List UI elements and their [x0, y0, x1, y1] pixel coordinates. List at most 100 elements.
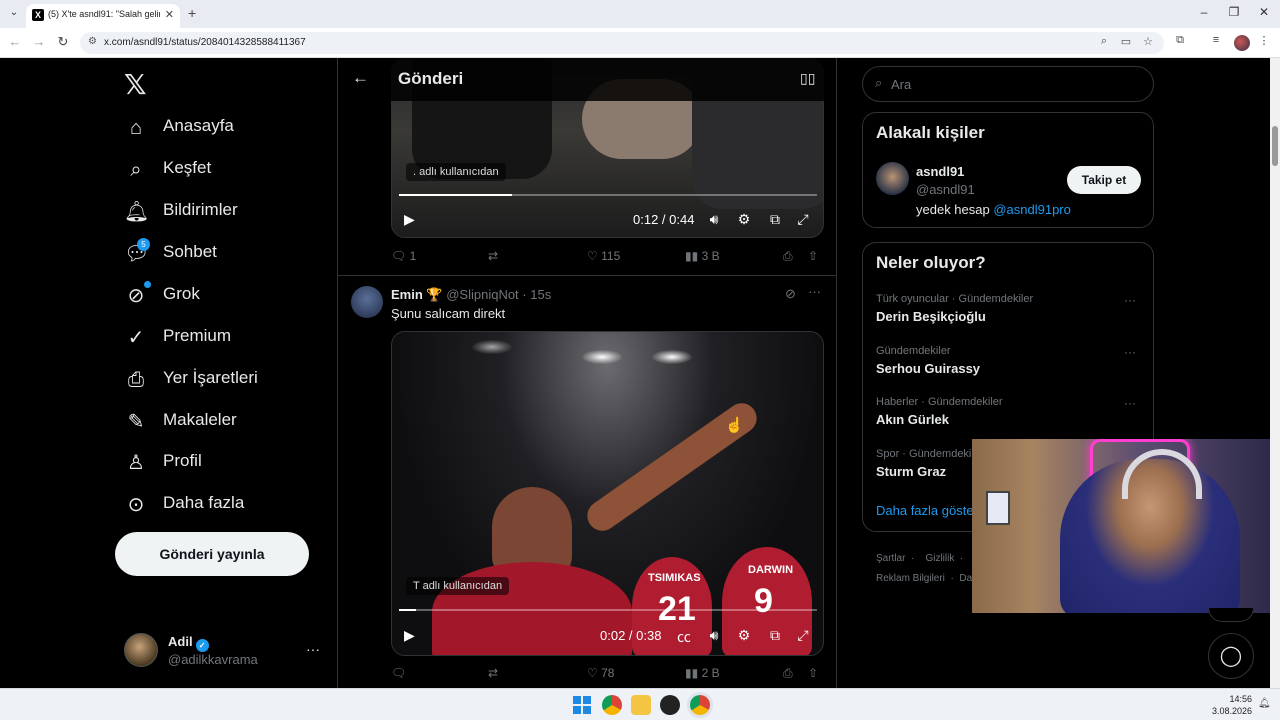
- heart-icon: ♡: [587, 249, 598, 263]
- bio-link[interactable]: @asndl91pro: [993, 202, 1071, 217]
- more-dots-icon[interactable]: ···: [1124, 396, 1136, 410]
- minimize-button[interactable]: –: [1194, 5, 1214, 19]
- windows-start-icon[interactable]: [573, 696, 591, 714]
- more-dots-icon[interactable]: ···: [1124, 345, 1136, 359]
- related-handle[interactable]: @asndl91: [916, 182, 975, 197]
- share-icon[interactable]: ⇧: [808, 666, 818, 680]
- forward-icon[interactable]: →: [30, 34, 48, 49]
- share-icon[interactable]: ⇧: [808, 249, 818, 263]
- post-button[interactable]: Gönderi yayınla: [115, 532, 309, 576]
- omnibox[interactable]: ⚙ x.com/asndl91/status/20840143285884113…: [80, 32, 1164, 54]
- bookmark-star-icon[interactable]: ☆: [1140, 35, 1156, 48]
- page-scrollbar[interactable]: [1270, 58, 1280, 688]
- more-dots-icon[interactable]: ···: [1124, 293, 1136, 307]
- play-icon[interactable]: ▶: [404, 211, 415, 228]
- new-tab-button[interactable]: +: [188, 5, 196, 21]
- more-dots-icon[interactable]: ···: [306, 641, 320, 657]
- trend-item[interactable]: Türk oyuncular · Gündemdekiler Derin Beş…: [876, 293, 1146, 333]
- show-more-link[interactable]: Daha fazla göste: [876, 503, 974, 518]
- account-switcher[interactable]: Adil ✓ @adilkkavrama ···: [124, 633, 324, 669]
- reader-mode-icon[interactable]: ▯▯: [800, 70, 815, 87]
- reload-icon[interactable]: ↻: [54, 34, 72, 50]
- like-button[interactable]: ♡ 115: [587, 249, 620, 263]
- footer-link[interactable]: Da: [959, 573, 972, 584]
- shirt-label: TSIMIKAS: [648, 572, 701, 584]
- browser-tab[interactable]: X (5) X'te asndl91: "Salah gelirse ✕: [26, 4, 180, 28]
- notification-bell-icon[interactable]: 🔔︎: [1258, 698, 1271, 709]
- volume-icon[interactable]: 🔊︎: [704, 627, 724, 644]
- footer-link[interactable]: Reklam Bilgileri: [876, 573, 945, 584]
- back-arrow-icon[interactable]: ←: [352, 68, 369, 88]
- trend-context: Gündemdekiler: [876, 345, 951, 357]
- video-player-2[interactable]: TSIMIKAS 21 DARWIN 9 T adlı kullanıcıdan…: [391, 331, 824, 656]
- search-input[interactable]: ⌕ Ara: [862, 66, 1154, 102]
- divider: [338, 275, 836, 276]
- x-logo-icon[interactable]: 𝕏: [124, 68, 147, 101]
- video-progress-fill: [399, 194, 512, 196]
- more-dots-icon[interactable]: ···: [808, 284, 821, 299]
- browser-profile-avatar[interactable]: [1234, 35, 1250, 51]
- card-title: Neler oluyor?: [876, 253, 986, 272]
- obs-icon[interactable]: [660, 695, 680, 715]
- search-icon: ⌕: [875, 75, 883, 90]
- related-name[interactable]: asndl91: [916, 164, 964, 179]
- fab-partial[interactable]: [1208, 608, 1254, 622]
- system-clock[interactable]: 14:56 3.08.2026: [1202, 693, 1252, 717]
- extensions-icon[interactable]: ⧉: [1172, 34, 1188, 47]
- avatar[interactable]: [876, 162, 909, 195]
- captions-icon[interactable]: ㏄: [674, 627, 694, 647]
- trend-name: Serhou Guirassy: [876, 361, 981, 376]
- zoom-icon[interactable]: ⌕: [1096, 35, 1112, 48]
- back-icon[interactable]: ←: [6, 34, 24, 49]
- tweet-time[interactable]: · 15s: [522, 287, 551, 302]
- like-button[interactable]: ♡ 78: [587, 666, 614, 680]
- tweet-author-name[interactable]: Emin 🏆: [391, 287, 443, 302]
- footer-link[interactable]: Şartlar: [876, 553, 905, 564]
- messages-fab[interactable]: ◯: [1208, 633, 1254, 679]
- file-explorer-icon[interactable]: [631, 695, 651, 715]
- video-progress-bar[interactable]: [399, 194, 817, 196]
- bookmark-icon[interactable]: ⎙: [783, 666, 793, 681]
- tweet-author-handle[interactable]: @SlipniqNot: [446, 287, 518, 302]
- media-control-icon[interactable]: ≡: [1208, 34, 1224, 46]
- wall-poster: [986, 491, 1010, 525]
- repost-icon[interactable]: ⇄: [488, 666, 498, 680]
- volume-icon[interactable]: 🔊︎: [704, 211, 724, 228]
- bookmark-icon[interactable]: ⎙: [783, 249, 793, 264]
- settings-gear-icon[interactable]: ⚙: [734, 627, 754, 644]
- settings-gear-icon[interactable]: ⚙: [734, 211, 754, 228]
- page-title: Gönderi: [398, 69, 464, 88]
- views-button[interactable]: ▮▮ 3 B: [685, 249, 720, 263]
- chrome-icon[interactable]: [602, 695, 622, 715]
- url-text[interactable]: x.com/asndl91/status/2084014328588411367: [104, 37, 306, 48]
- repost-icon[interactable]: ⇄: [488, 249, 498, 263]
- video-attribution[interactable]: T adlı kullanıcıdan: [406, 577, 510, 595]
- pip-icon[interactable]: ⧉: [765, 627, 785, 644]
- video-attribution[interactable]: . adlı kullanıcıdan: [406, 163, 506, 181]
- fullscreen-icon[interactable]: ⤢: [793, 211, 813, 228]
- pip-icon[interactable]: ⧉: [765, 211, 785, 228]
- site-info-icon[interactable]: ⚙: [88, 36, 97, 47]
- close-window-button[interactable]: ✕: [1254, 5, 1274, 19]
- video-progress-bar[interactable]: [399, 609, 817, 611]
- footer-link[interactable]: Gizlilik: [925, 553, 954, 564]
- reply-icon[interactable]: 🗨︎: [391, 666, 406, 680]
- avatar[interactable]: [351, 286, 383, 318]
- follow-button[interactable]: Takip et: [1067, 166, 1141, 194]
- chrome-active-icon[interactable]: [690, 695, 710, 715]
- tab-search-chevron-icon[interactable]: ⌄: [6, 5, 22, 21]
- tab-close-icon[interactable]: ✕: [165, 8, 174, 21]
- browser-menu-icon[interactable]: ⋮: [1256, 34, 1272, 47]
- video-time: 0:02 / 0:38: [600, 628, 662, 643]
- fullscreen-icon[interactable]: ⤢: [793, 627, 813, 644]
- trend-item[interactable]: Haberler · Gündemdekiler Akın Gürlek ···: [876, 396, 1146, 436]
- views-button[interactable]: ▮▮ 2 B: [685, 666, 720, 680]
- play-icon[interactable]: ▶: [404, 627, 415, 644]
- scrollbar-thumb[interactable]: [1272, 126, 1278, 166]
- maximize-button[interactable]: ❐: [1224, 5, 1244, 19]
- trend-item[interactable]: Gündemdekiler Serhou Guirassy ···: [876, 345, 1146, 385]
- more-icon: ⊙: [127, 494, 145, 516]
- install-app-icon[interactable]: ▭: [1118, 35, 1134, 48]
- reply-button[interactable]: 🗨︎ 1: [391, 249, 416, 263]
- grok-icon[interactable]: ⊘: [785, 286, 796, 302]
